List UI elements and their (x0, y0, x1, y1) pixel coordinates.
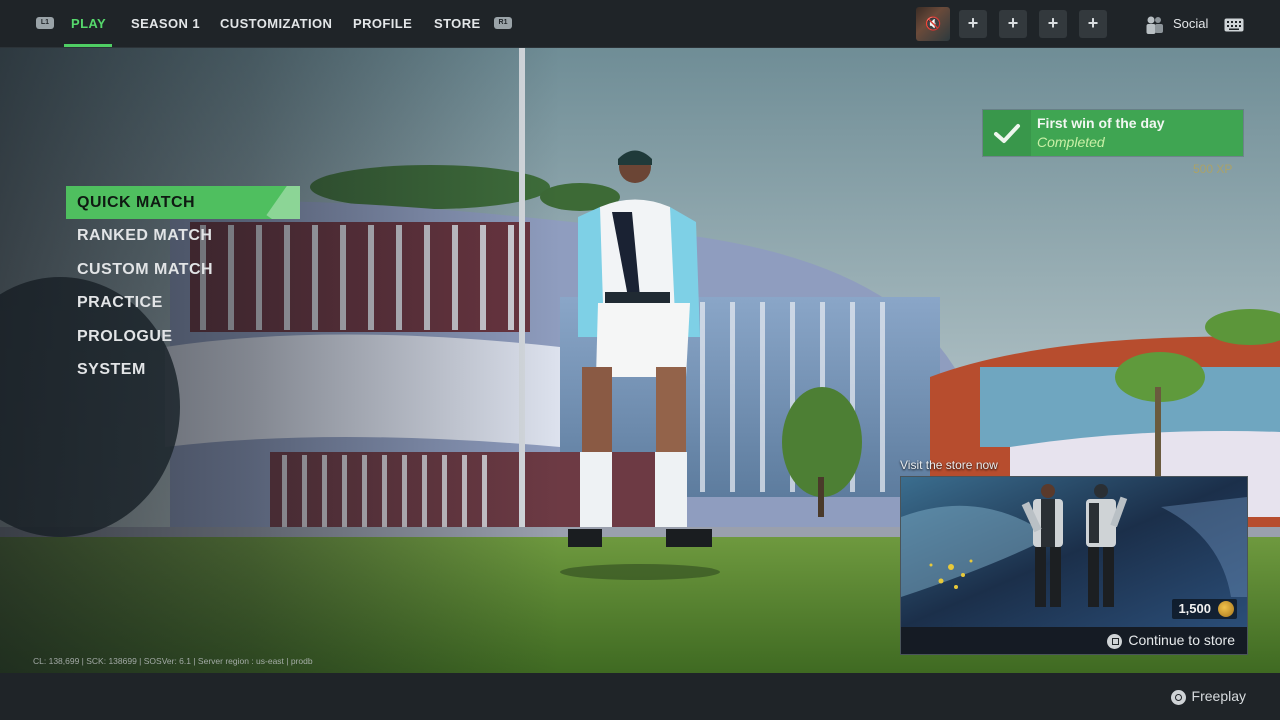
tab-profile[interactable]: PROFILE (353, 0, 412, 47)
tab-season-1[interactable]: SEASON 1 (131, 0, 200, 47)
keyboard-icon (1224, 18, 1244, 32)
continue-to-store-button[interactable]: Continue to store (1107, 632, 1235, 649)
l1-bumper-icon[interactable]: L1 (36, 17, 54, 29)
continue-to-store-label: Continue to store (1128, 632, 1235, 648)
party-slot-add-3[interactable]: + (1039, 10, 1067, 38)
checkmark-icon (983, 110, 1031, 156)
store-promo-label: Visit the store now (900, 458, 998, 472)
party-slot-add-4[interactable]: + (1079, 10, 1107, 38)
circle-button-icon (1170, 689, 1186, 705)
r1-bumper-icon[interactable]: R1 (494, 17, 512, 29)
social-button[interactable]: Social (1143, 0, 1244, 47)
menu-item-system[interactable]: SYSTEM (66, 353, 300, 386)
freeplay-button[interactable]: Freeplay (1170, 673, 1246, 720)
player-avatar[interactable]: 🔇 (916, 7, 950, 41)
menu-item-ranked-match[interactable]: RANKED MATCH (66, 219, 300, 252)
square-button-icon (1107, 633, 1123, 649)
quest-status: Completed (1037, 134, 1105, 150)
store-promo-card[interactable]: 1,500 Continue to store (900, 476, 1248, 655)
freeplay-label: Freeplay (1191, 688, 1246, 704)
quest-reward: 500 XP (1193, 162, 1233, 176)
party-slot-add-2[interactable]: + (999, 10, 1027, 38)
currency-coin-icon (1218, 601, 1234, 617)
quest-notification: First win of the day Completed (983, 110, 1243, 156)
party-slot-add-1[interactable]: + (959, 10, 987, 38)
friends-icon (1146, 16, 1163, 34)
social-label: Social (1173, 16, 1209, 31)
tab-play[interactable]: PLAY (71, 0, 106, 47)
store-card-footer: Continue to store (901, 627, 1247, 654)
bottom-bar: Freeplay (0, 673, 1280, 720)
menu-item-custom-match[interactable]: CUSTOM MATCH (66, 253, 300, 286)
muted-speaker-icon: 🔇 (925, 16, 942, 31)
build-info-text: CL: 138,699 | SCK: 138699 | SOSVer: 6.1 … (33, 656, 313, 666)
quest-title: First win of the day (1037, 115, 1165, 131)
price-tag: 1,500 (1172, 599, 1237, 619)
tab-customization[interactable]: CUSTOMIZATION (220, 0, 332, 47)
active-tab-indicator (64, 44, 112, 47)
play-menu: QUICK MATCH RANKED MATCH CUSTOM MATCH PR… (66, 186, 300, 386)
tab-store[interactable]: STORE (434, 0, 481, 47)
price-value: 1,500 (1178, 601, 1211, 616)
menu-item-prologue[interactable]: PROLOGUE (66, 320, 300, 353)
top-navigation-bar: L1 PLAY SEASON 1 CUSTOMIZATION PROFILE S… (0, 0, 1280, 48)
menu-item-practice[interactable]: PRACTICE (66, 286, 300, 319)
menu-item-quick-match[interactable]: QUICK MATCH (66, 186, 300, 220)
